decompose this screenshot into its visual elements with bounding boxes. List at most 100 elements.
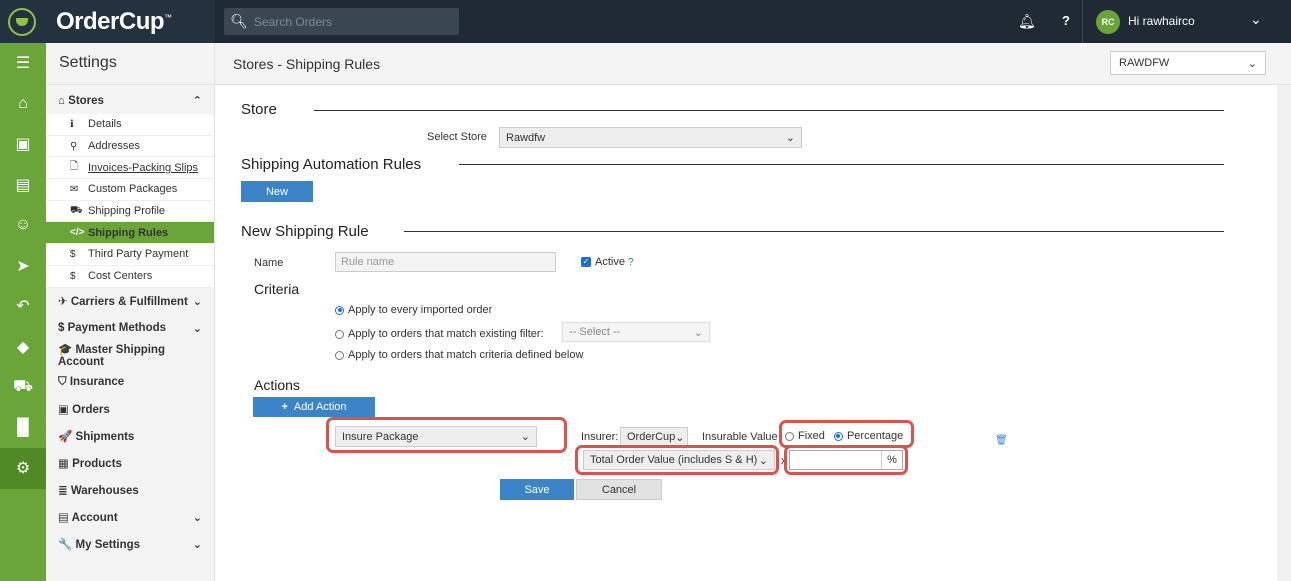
criteria-option-every-order[interactable]: Apply to every imported order <box>335 304 492 316</box>
cancel-button[interactable]: Cancel <box>576 479 662 500</box>
chevron-down-icon[interactable]: ⌄ <box>1250 11 1262 28</box>
highlight-box <box>326 417 567 453</box>
active-checkbox[interactable]: ✓ <box>581 257 591 268</box>
highlight-box <box>784 445 908 475</box>
logo[interactable]: OrderCup™ <box>0 0 215 43</box>
sidebar-group-account[interactable]: ▤ Account ⌄ <box>46 504 214 531</box>
chevron-down-icon: ⌄ <box>192 295 202 308</box>
insurable-value-label: Insurable Value <box>702 431 778 443</box>
menu-icon[interactable]: ☰ <box>0 43 46 84</box>
sidebar-group-payment-methods[interactable]: $ Payment Methods ⌄ <box>46 315 214 342</box>
add-action-button[interactable]: + Add Action <box>253 397 375 417</box>
radio-defined-below[interactable] <box>335 350 344 360</box>
sidebar-group-my-settings[interactable]: 🔧 My Settings ⌄ <box>46 531 214 558</box>
sidebar-group-carriers[interactable]: ✈ Carriers & Fulfillment ⌄ <box>46 288 214 315</box>
avatar[interactable]: RC <box>1096 10 1120 34</box>
chevron-down-icon: ⌄ <box>693 326 703 339</box>
sidebar-group-label: Stores <box>68 94 104 107</box>
ordercup-logo-icon <box>8 7 36 36</box>
select-store-dropdown[interactable]: Rawdfw ⌄ <box>499 127 802 148</box>
user-greeting[interactable]: Hi rawhairco <box>1128 14 1195 28</box>
reply-all-icon[interactable]: ↶ <box>0 286 46 327</box>
sidebar-group-warehouses[interactable]: ≣ Warehouses <box>46 477 214 504</box>
insurer-select[interactable]: OrderCup ⌄ <box>620 427 688 447</box>
help-icon[interactable]: ? <box>628 257 634 268</box>
users-icon[interactable]: ☺ <box>0 205 46 246</box>
help-button[interactable]: ? <box>1062 13 1070 28</box>
dollar-icon: $ <box>58 322 65 334</box>
tag-icon[interactable]: ◆ <box>0 327 46 368</box>
scrollbar[interactable] <box>1277 85 1291 581</box>
store-switcher-select[interactable]: RAWDFW ⌄ <box>1110 51 1266 75</box>
plane-icon: ✈ <box>58 296 68 308</box>
envelope-icon: ✉ <box>70 183 79 195</box>
info-icon: ℹ <box>70 118 74 130</box>
home-icon[interactable]: ⌂ <box>0 84 46 125</box>
main-content: Store Select Store Rawdfw ⌄ Shipping Aut… <box>215 85 1277 581</box>
save-button[interactable]: Save <box>500 479 574 500</box>
icon-rail: ☰ ⌂ ▣ ▤ ☺ ➤ ↶ ◆ ⛟ ▐▌ ⚙ <box>0 43 46 581</box>
sidebar-group-shipments[interactable]: 🚀 Shipments <box>46 423 214 450</box>
archive-icon[interactable]: ▤ <box>0 165 46 206</box>
actions-title: Actions <box>254 377 300 393</box>
chevron-down-icon: ⌄ <box>785 132 795 144</box>
filter-select[interactable]: -- Select -- ⌄ <box>562 322 710 342</box>
sidebar-item-cost-centers[interactable]: $ Cost Centers <box>46 265 214 288</box>
bell-icon[interactable]: 🔔︎ <box>1018 13 1036 30</box>
truck-icon: ⛟ <box>70 204 83 216</box>
sidebar-item-invoices[interactable]: 🗋 Invoices-Packing Slips <box>46 157 214 180</box>
rocket-icon[interactable]: ➤ <box>0 246 46 287</box>
divider <box>1082 0 1083 43</box>
page-header: Stores - Shipping Rules RAWDFW ⌄ <box>215 43 1291 85</box>
plus-icon: + <box>281 401 288 413</box>
divider <box>459 164 1224 165</box>
file-icon: 🗋 <box>70 161 79 173</box>
sidebar-item-shipping-profile[interactable]: ⛟ Shipping Profile <box>46 200 214 223</box>
sidebar-item-custom-packages[interactable]: ✉ Custom Packages <box>46 179 214 201</box>
search-box[interactable]: 🔍︎ <box>224 8 459 35</box>
select-store-label: Select Store <box>427 131 487 143</box>
dollar-icon: $ <box>70 270 76 282</box>
new-rule-button[interactable]: New <box>241 181 313 202</box>
page-title: Stores - Shipping Rules <box>233 56 381 72</box>
active-checkbox-row[interactable]: ✓ Active ? <box>581 256 634 268</box>
chevron-up-icon: ⌃ <box>192 95 202 107</box>
dollar-icon: $ <box>70 248 76 260</box>
chevron-down-icon: ⌄ <box>675 431 685 444</box>
trash-icon[interactable]: 🗑︎ <box>995 435 1008 446</box>
rocket-icon: 🚀 <box>58 431 73 443</box>
money-icon[interactable]: ▣ <box>0 124 46 165</box>
top-bar: OrderCup™ 🔍︎ 🔔︎ ? RC Hi rawhairco ⌄ <box>0 0 1291 43</box>
sidebar-group-products[interactable]: ▦ Products <box>46 450 214 477</box>
shield-icon: ⛉ <box>58 375 67 388</box>
chevron-down-icon: ⌄ <box>1247 57 1257 70</box>
name-label: Name <box>254 257 284 269</box>
sidebar-item-details[interactable]: ℹ Details <box>46 114 214 136</box>
rule-name-input[interactable]: Rule name <box>335 252 556 272</box>
store-icon: ⌂ <box>58 94 65 107</box>
brand-name: OrderCup <box>56 7 165 35</box>
truck-icon[interactable]: ⛟ <box>0 367 46 408</box>
sidebar-title: Settings <box>46 43 214 85</box>
search-input[interactable] <box>254 14 449 29</box>
sidebar-group-master-shipping[interactable]: 🎓 Master Shipping Account <box>46 342 214 369</box>
cogs-icon[interactable]: ⚙ <box>0 448 46 489</box>
sidebar-item-third-party-payment[interactable]: $ Third Party Payment <box>46 244 214 266</box>
database-icon: ≣ <box>58 485 68 497</box>
criteria-option-existing-filter[interactable]: Apply to orders that match existing filt… <box>335 328 544 340</box>
bar-chart-icon[interactable]: ▐▌ <box>0 408 46 449</box>
sidebar-item-addresses[interactable]: ⚲ Addresses <box>46 135 214 158</box>
chevron-down-icon: ⌄ <box>192 322 202 335</box>
sidebar-group-stores[interactable]: ⌂ Stores ⌃ <box>46 87 214 114</box>
brand-trademark: ™ <box>164 12 172 22</box>
radio-existing-filter[interactable] <box>335 329 344 339</box>
insurer-label: Insurer: <box>581 431 619 443</box>
highlight-box <box>575 445 779 475</box>
sidebar-group-orders[interactable]: ▣ Orders <box>46 396 214 423</box>
radio-every-order[interactable] <box>335 305 344 315</box>
chevron-down-icon: ⌄ <box>192 538 202 551</box>
criteria-option-defined-below[interactable]: Apply to orders that match criteria defi… <box>335 349 583 361</box>
divider <box>404 231 1224 232</box>
sidebar-item-shipping-rules[interactable]: </> Shipping Rules <box>46 222 214 245</box>
sidebar-group-insurance[interactable]: ⛉ Insurance <box>46 369 214 396</box>
